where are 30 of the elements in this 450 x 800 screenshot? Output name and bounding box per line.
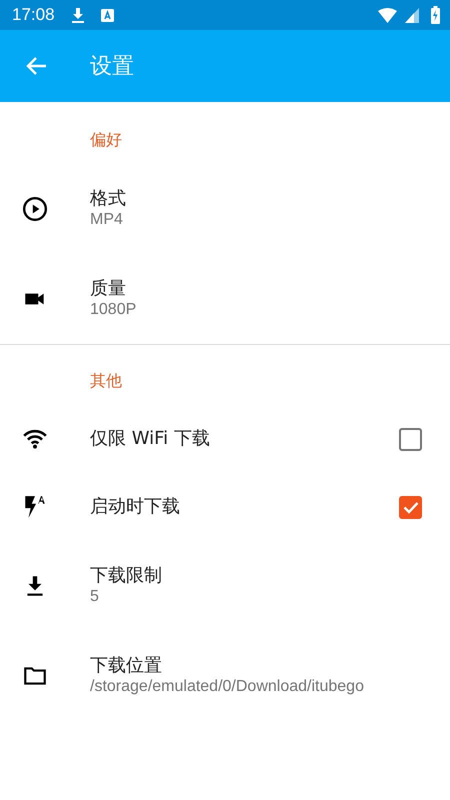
item-title: 下载位置	[90, 654, 163, 678]
checkbox[interactable]	[399, 428, 422, 450]
battery-icon	[431, 6, 440, 24]
section-header: 偏好	[90, 130, 122, 149]
download-icon	[70, 7, 85, 23]
settings-item[interactable]: 格式 MP4	[0, 164, 450, 254]
status-time: 17:08	[12, 4, 55, 26]
item-value: 5	[90, 587, 100, 608]
screen-title: 设置	[90, 52, 134, 80]
item-value: /storage/emulated/0/Download/itubego	[90, 677, 365, 698]
checkbox[interactable]	[399, 496, 422, 518]
item-value: 1080P	[90, 300, 138, 320]
item-title: 格式	[90, 186, 127, 210]
settings-item[interactable]: 启动时下载	[0, 473, 450, 541]
item-value: MP4	[90, 210, 124, 230]
item-title: 启动时下载	[90, 495, 181, 519]
item-title: 仅限 WiFi 下载	[90, 427, 211, 451]
play-icon	[22, 196, 48, 222]
section-header: 其他	[90, 371, 122, 390]
settings-item[interactable]: 仅限 WiFi 下载	[0, 405, 450, 473]
wifi-icon	[378, 8, 397, 22]
item-title: 质量	[90, 276, 127, 300]
keyboard-icon	[100, 8, 114, 22]
back-arrow-icon[interactable]	[25, 56, 47, 76]
item-title: 下载限制	[90, 564, 163, 588]
signal-icon	[405, 8, 419, 22]
settings-item[interactable]: 下载位置 /storage/emulated/0/Download/itubego	[0, 631, 450, 721]
settings-item[interactable]: 质量 1080P	[0, 254, 450, 344]
settings-item[interactable]: 下载限制 5	[0, 541, 450, 631]
check-icon	[402, 500, 418, 514]
